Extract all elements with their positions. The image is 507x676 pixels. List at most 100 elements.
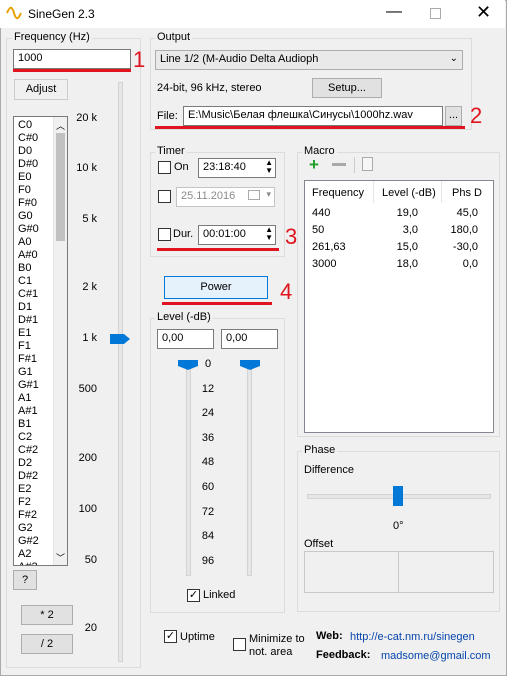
timer-date-input[interactable]: 25.11.2016 ▾ xyxy=(176,187,275,207)
frequency-scale-label: 2 k xyxy=(82,281,97,293)
note-item[interactable]: C#0 xyxy=(18,132,39,145)
feedback-label: Feedback: xyxy=(316,649,371,661)
minimize-label-line1: Minimize to xyxy=(249,633,305,645)
note-item[interactable]: F#1 xyxy=(18,353,39,366)
annotation-number-3: 3 xyxy=(285,224,298,249)
level-scale-label: 72 xyxy=(201,505,215,518)
level-left-input[interactable]: 0,00 xyxy=(157,329,214,349)
note-item[interactable]: G0 xyxy=(18,210,39,223)
annotation-underline-4 xyxy=(162,302,272,305)
annotation-underline-3 xyxy=(157,248,279,251)
maximize-icon[interactable] xyxy=(430,8,441,19)
setup-button[interactable]: Setup... xyxy=(312,78,382,98)
adjust-button[interactable]: Adjust xyxy=(14,79,68,100)
note-item[interactable]: B0 xyxy=(18,262,39,275)
macro-cell: 3000 xyxy=(312,258,337,270)
frequency-slider-track[interactable] xyxy=(118,82,123,662)
note-item[interactable]: C2 xyxy=(18,431,39,444)
note-item[interactable]: D1 xyxy=(18,301,39,314)
note-item[interactable]: A0 xyxy=(18,236,39,249)
remove-icon[interactable] xyxy=(332,163,346,166)
note-list[interactable]: C0 C#0 D0 D#0 E0 F0 F#0 G0 G#0 A0 A#0 B0 C1 C#1 D1 D#1 E… xyxy=(13,116,68,566)
web-link[interactable]: http://e-cat.nm.ru/sinegen xyxy=(350,631,475,643)
timer-on-checkbox[interactable] xyxy=(158,161,171,174)
frequency-group-label: Frequency (Hz) xyxy=(12,31,92,43)
level-right-thumb[interactable] xyxy=(240,360,260,373)
add-icon[interactable]: + xyxy=(309,155,319,175)
macro-cell: 180,0 xyxy=(450,224,478,236)
note-item[interactable]: G1 xyxy=(18,366,39,379)
phase-offset-panel[interactable] xyxy=(304,551,494,593)
phase-slider-thumb[interactable] xyxy=(393,486,403,506)
web-label: Web: xyxy=(316,630,343,642)
linked-label: Linked xyxy=(203,589,236,601)
macro-col-level[interactable]: Level (-dB) xyxy=(382,187,436,199)
note-item[interactable]: G#2 xyxy=(18,535,39,548)
offset-divider xyxy=(398,551,399,593)
note-item[interactable]: C1 xyxy=(18,275,39,288)
note-item[interactable]: D0 xyxy=(18,145,39,158)
frequency-input[interactable]: 1000 xyxy=(13,49,131,69)
note-item[interactable]: C#1 xyxy=(18,288,39,301)
spin-arrows-icon[interactable]: ▲ ▼ xyxy=(265,159,273,175)
duration-label: Dur. xyxy=(173,228,194,240)
macro-cell: 3,0 xyxy=(402,224,418,236)
phase-group-label: Phase xyxy=(302,444,338,456)
macro-cell: 440 xyxy=(312,207,331,219)
note-item[interactable]: D2 xyxy=(18,457,39,470)
level-scale-label: 84 xyxy=(201,530,215,543)
linked-checkbox[interactable]: ✓ xyxy=(187,589,200,602)
calendar-icon[interactable] xyxy=(248,190,260,200)
note-item[interactable]: C0 xyxy=(18,119,39,132)
note-item[interactable]: D#0 xyxy=(18,158,39,171)
power-button[interactable]: Power xyxy=(164,276,268,299)
note-item[interactable]: F2 xyxy=(18,496,39,509)
level-right-input[interactable]: 0,00 xyxy=(221,329,278,349)
note-item[interactable]: E2 xyxy=(18,483,39,496)
note-item[interactable]: G2 xyxy=(18,522,39,535)
help-button[interactable]: ? xyxy=(13,570,37,590)
macro-cell: 19,0 xyxy=(396,207,418,219)
output-device-select[interactable]: Line 1/2 (M-Audio Delta Audioph ⌄ xyxy=(155,50,463,70)
timer-time-input[interactable]: 23:18:40 ▲ ▼ xyxy=(198,158,276,178)
duration-input[interactable]: 00:01:00 ▲ ▼ xyxy=(198,225,276,245)
frequency-scale-label: 5 k xyxy=(82,213,97,225)
note-item[interactable]: F#2 xyxy=(18,509,39,522)
frequency-slider-thumb[interactable] xyxy=(110,334,130,344)
note-item[interactable]: A#0 xyxy=(18,249,39,262)
note-item[interactable]: F#0 xyxy=(18,197,39,210)
macro-col-phase[interactable]: Phs D xyxy=(452,187,482,199)
note-item[interactable]: D#1 xyxy=(18,314,39,327)
browse-button[interactable]: ... xyxy=(445,106,462,126)
spin-arrows-icon[interactable]: ▲ ▼ xyxy=(265,226,273,242)
level-left-track[interactable] xyxy=(186,364,191,576)
note-item[interactable]: A#2 xyxy=(18,561,39,565)
note-item[interactable]: G#0 xyxy=(18,223,39,236)
note-item[interactable]: A#1 xyxy=(18,405,39,418)
note-item[interactable]: C#2 xyxy=(18,444,39,457)
note-item[interactable]: F0 xyxy=(18,184,39,197)
paste-icon[interactable] xyxy=(362,157,373,171)
macro-cell: 15,0 xyxy=(396,241,418,253)
level-right-track[interactable] xyxy=(247,364,252,576)
note-item[interactable]: E1 xyxy=(18,327,39,340)
toolbar-divider xyxy=(354,157,355,173)
frequency-scale-label: 20 k xyxy=(76,112,97,124)
minimize-icon[interactable]: — xyxy=(386,3,402,21)
note-item[interactable]: A2 xyxy=(18,548,39,561)
timer-date-checkbox[interactable] xyxy=(158,190,171,203)
minimize-to-tray-checkbox[interactable] xyxy=(233,638,246,651)
close-icon[interactable]: ✕ xyxy=(476,2,491,23)
note-item[interactable]: G#1 xyxy=(18,379,39,392)
note-item[interactable]: B1 xyxy=(18,418,39,431)
note-item[interactable]: F1 xyxy=(18,340,39,353)
note-item[interactable]: D#2 xyxy=(18,470,39,483)
macro-col-frequency[interactable]: Frequency xyxy=(312,187,364,199)
uptime-checkbox[interactable]: ✓ xyxy=(164,630,177,643)
file-path-input[interactable]: E:\Music\Белая флешка\Синусы\1000hz.wav xyxy=(183,106,443,126)
divide-two-button[interactable]: / 2 xyxy=(21,634,73,654)
feedback-link[interactable]: madsome@gmail.com xyxy=(381,650,491,662)
note-item[interactable]: E0 xyxy=(18,171,39,184)
duration-checkbox[interactable] xyxy=(158,228,171,241)
note-item[interactable]: A1 xyxy=(18,392,39,405)
